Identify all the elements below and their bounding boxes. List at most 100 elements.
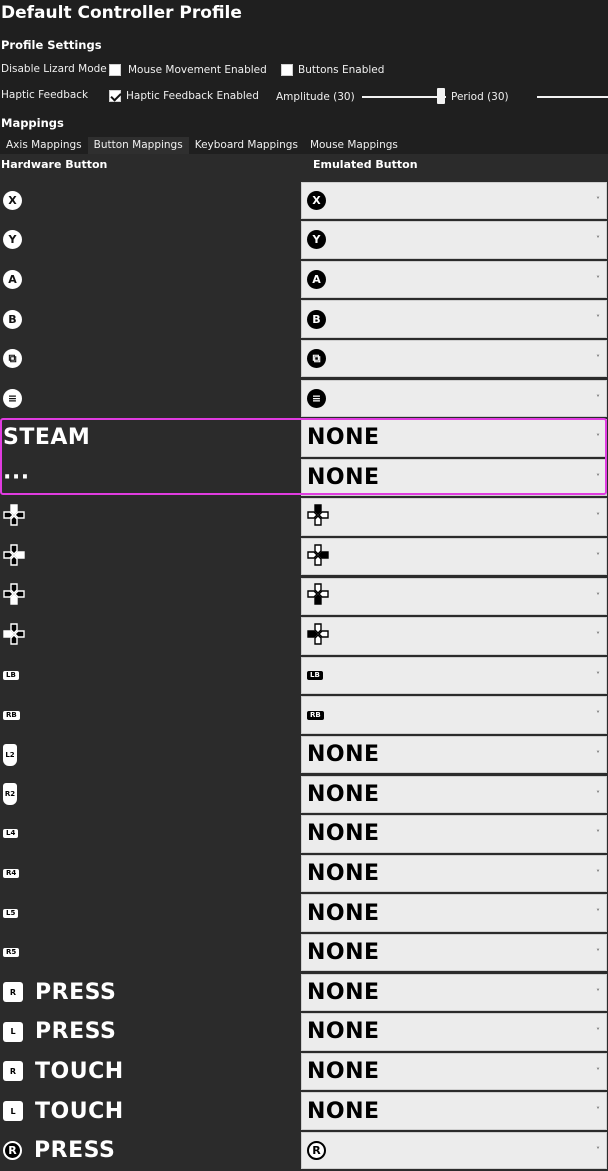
emulated-button-dropdown[interactable]: RB ˅ [301,696,607,734]
chevron-down-icon[interactable]: ˅ [596,552,600,561]
dpad-down-icon [3,583,25,609]
chevron-down-icon[interactable]: ˅ [596,433,600,442]
hardware-button-cell: L5 [0,893,300,933]
profile-settings-heading: Profile Settings [1,38,102,52]
emulated-button-dropdown[interactable]: NONE ˅ [301,1052,607,1091]
chevron-down-icon[interactable]: ˅ [596,592,600,601]
mapping-row: L5 NONE ˅ [0,893,608,933]
chevron-down-icon[interactable]: ˅ [596,1106,600,1115]
emulated-button-dropdown[interactable]: X ˅ [301,181,607,220]
r2-trigger-icon: R2 [3,783,17,806]
hardware-button-cell: R TOUCH [0,1052,300,1092]
mappings-heading: Mappings [1,116,64,130]
emulated-button-dropdown[interactable]: LB ˅ [301,656,607,695]
emulated-button-dropdown[interactable]: ˅ [301,498,607,536]
tab-mouse-mappings[interactable]: Mouse Mappings [304,137,404,154]
mapping-row: RB RB ˅ [0,695,608,735]
emulated-button-dropdown[interactable]: NONE ˅ [301,1013,607,1051]
chevron-down-icon[interactable]: ˅ [596,869,600,878]
emulated-button-dropdown[interactable]: NONE ˅ [301,775,607,814]
view-button-icon: ⧉ [307,349,326,369]
chevron-down-icon[interactable]: ˅ [596,394,600,403]
haptic-enabled-label[interactable]: Haptic Feedback Enabled [126,90,259,102]
emulated-button-dropdown[interactable]: ˅ [301,577,607,616]
chevron-down-icon[interactable]: ˅ [596,275,600,284]
hardware-button-cell: L2 [0,735,300,775]
mapping-row: R PRESS R ˅ [0,1131,608,1171]
hardware-button-cell: R4 [0,854,300,894]
lb-bumper-icon: LB [307,670,323,680]
l4-button-icon: L4 [3,829,19,839]
tab-keyboard-mappings[interactable]: Keyboard Mappings [189,137,304,154]
period-slider-track[interactable] [537,96,608,98]
emulated-button-dropdown[interactable]: NONE ˅ [301,458,607,497]
chevron-down-icon[interactable]: ˅ [596,750,600,759]
chevron-down-icon[interactable]: ˅ [596,354,600,363]
chevron-down-icon[interactable]: ˅ [596,1146,600,1155]
chevron-down-icon[interactable]: ˅ [596,829,600,838]
emulated-button-dropdown[interactable]: NONE ˅ [301,933,607,972]
emulated-button-dropdown[interactable]: NONE ˅ [301,419,607,457]
mapping-row: ≡ ≡ ˅ [0,379,608,419]
emulated-button-dropdown[interactable]: Y ˅ [301,221,607,259]
buttons-enabled-label[interactable]: Buttons Enabled [298,64,384,76]
emulated-button-dropdown[interactable]: A ˅ [301,260,607,299]
chevron-down-icon[interactable]: ˅ [596,473,600,482]
chevron-down-icon[interactable]: ˅ [596,710,600,719]
emulated-button-dropdown[interactable]: NONE ˅ [301,1092,607,1130]
chevron-down-icon[interactable]: ˅ [596,512,600,521]
chevron-down-icon[interactable]: ˅ [596,1027,600,1036]
emulated-button-dropdown[interactable]: ˅ [301,617,607,655]
chevron-down-icon[interactable]: ˅ [596,790,600,799]
emulated-button-dropdown[interactable]: NONE ˅ [301,735,607,774]
emulated-button-dropdown[interactable]: ⧉ ˅ [301,339,607,378]
mapping-row: R PRESS NONE ˅ [0,973,608,1013]
lb-bumper-icon: LB [3,670,19,680]
hardware-button-cell [0,577,300,617]
chevron-down-icon[interactable]: ˅ [596,671,600,680]
mouse-movement-checkbox[interactable] [109,64,121,76]
hardware-label: STEAM [3,425,91,451]
chevron-down-icon[interactable]: ˅ [596,908,600,917]
a-button-icon: A [3,269,22,289]
chevron-down-icon[interactable]: ˅ [596,1067,600,1076]
haptic-enabled-checkbox[interactable] [109,90,121,102]
emulated-label: NONE [307,979,380,1005]
emulated-button-dropdown[interactable]: NONE ˅ [301,854,607,893]
hardware-button-cell: A [0,260,300,300]
emulated-button-dropdown[interactable]: NONE ˅ [301,815,607,853]
chevron-down-icon[interactable]: ˅ [596,314,600,323]
mapping-row: ⧉ ⧉ ˅ [0,339,608,379]
emulated-button-dropdown[interactable]: ˅ [301,537,607,576]
chevron-down-icon[interactable]: ˅ [596,631,600,640]
mapping-row: ˅ [0,577,608,617]
mapping-row: L PRESS NONE ˅ [0,1012,608,1052]
hardware-button-cell [0,497,300,537]
rb-bumper-icon: RB [307,710,324,720]
tab-button-mappings[interactable]: Button Mappings [87,137,189,154]
emulated-button-dropdown[interactable]: NONE ˅ [301,894,607,932]
chevron-down-icon[interactable]: ˅ [596,235,600,244]
amplitude-label: Amplitude (30) [276,91,355,103]
chevron-down-icon[interactable]: ˅ [596,948,600,957]
emulated-button-dropdown[interactable]: ≡ ˅ [301,379,607,418]
amplitude-slider-track[interactable] [362,96,446,98]
mapping-row: A A ˅ [0,260,608,300]
mapping-row: R5 NONE ˅ [0,933,608,973]
buttons-enabled-checkbox[interactable] [281,64,293,76]
chevron-down-icon[interactable]: ˅ [596,196,600,205]
mapping-row: X X ˅ [0,181,608,221]
amplitude-slider-thumb[interactable] [437,88,445,104]
emulated-label: NONE [307,464,380,490]
hardware-button-cell: R2 [0,775,300,815]
x-button-icon: X [3,190,22,210]
emulated-label: NONE [307,425,380,451]
emulated-button-dropdown[interactable]: R ˅ [301,1131,607,1170]
left-trackpad-icon: L [3,1101,23,1122]
dpad-down-icon [307,583,329,609]
emulated-button-dropdown[interactable]: NONE ˅ [301,973,607,1012]
emulated-button-dropdown[interactable]: B ˅ [301,300,607,338]
mouse-movement-label[interactable]: Mouse Movement Enabled [128,64,267,76]
chevron-down-icon[interactable]: ˅ [596,988,600,997]
tab-axis-mappings[interactable]: Axis Mappings [0,137,88,154]
